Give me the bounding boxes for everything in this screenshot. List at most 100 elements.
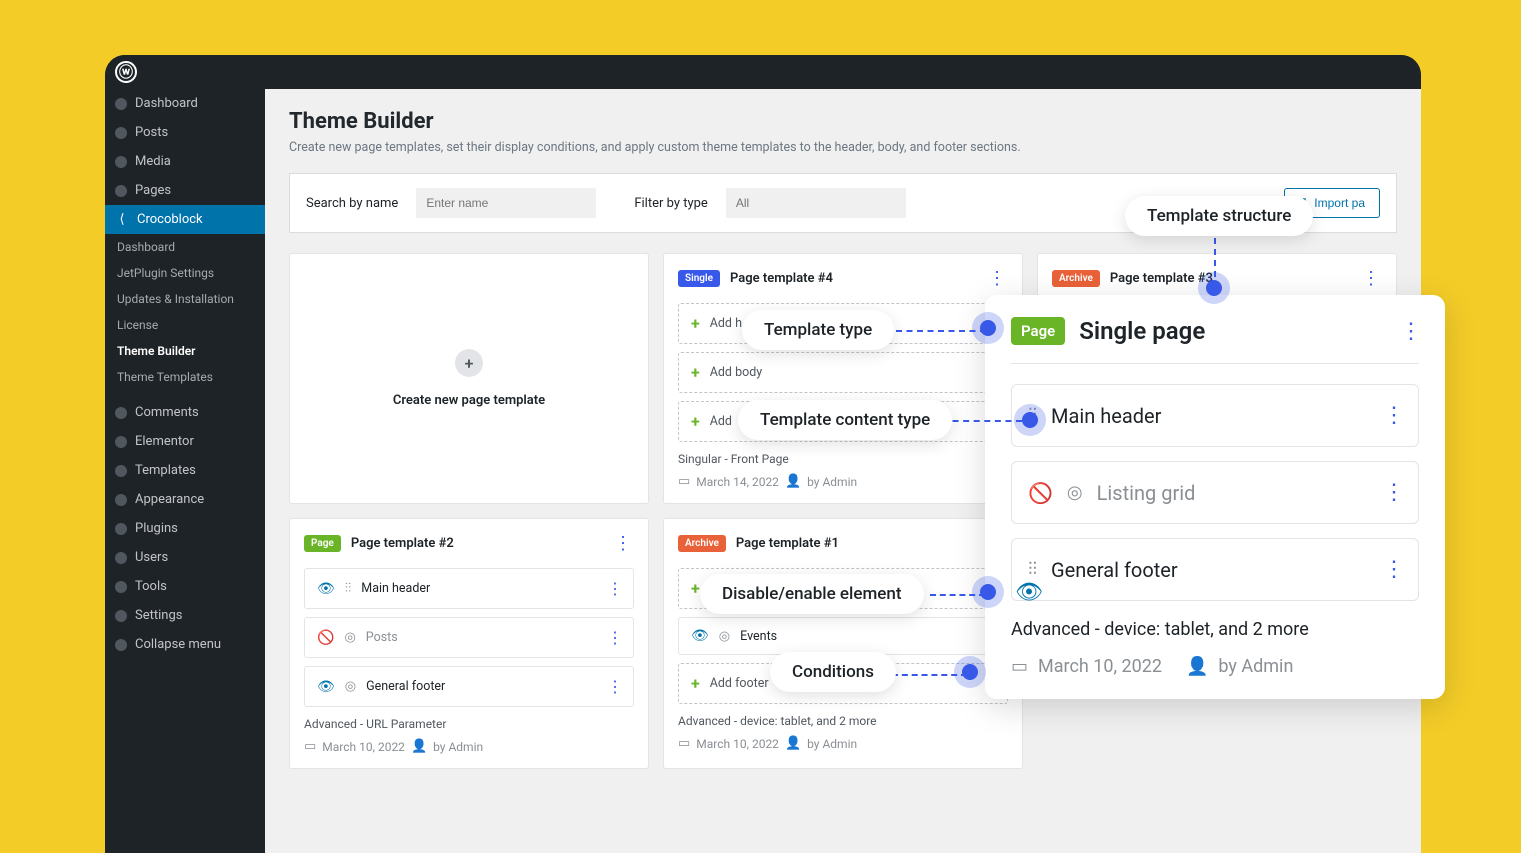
sidebar-item-plugins[interactable]: Plugins <box>105 514 265 543</box>
badge-page: Page <box>1011 317 1065 345</box>
wordpress-logo-icon[interactable]: ⓦ <box>115 61 137 83</box>
card-title: Page template #2 <box>351 536 454 551</box>
element-row-posts[interactable]: 🚫◎Posts⋮ <box>304 617 634 658</box>
submenu-jetplugin[interactable]: JetPlugin Settings <box>105 260 265 286</box>
template-card-4: Single Page template #4 ⋮ +Add h +Add bo… <box>663 253 1023 504</box>
admin-sidebar: Dashboard Posts Media Pages ⟨Crocoblock … <box>105 89 265 853</box>
overlay-menu-icon[interactable]: ⋮ <box>1400 319 1419 344</box>
element-row-events[interactable]: 👁◎Events <box>678 617 1008 655</box>
overlay-conditions: Advanced - device: tablet, and 2 more <box>1011 619 1419 640</box>
row-menu-icon[interactable]: ⋮ <box>607 628 621 647</box>
user-icon: 👤 <box>785 474 801 489</box>
gutenberg-icon: ◎ <box>344 630 355 645</box>
card-title: Page template #1 <box>736 536 839 551</box>
sidebar-item-templates[interactable]: Templates <box>105 456 265 485</box>
row-menu-icon[interactable]: ⋮ <box>607 579 621 598</box>
calendar-icon: ▭ <box>678 736 690 751</box>
card-author: by Admin <box>807 475 857 489</box>
badge-single: Single <box>678 270 720 287</box>
elementor-icon: ⫶⫶ <box>345 581 352 596</box>
callout-content-type: Template content type <box>738 400 952 440</box>
wp-topbar: ⓦ <box>105 55 1421 89</box>
row-menu-icon[interactable]: ⋮ <box>607 677 621 696</box>
user-icon: 👤 <box>411 739 427 754</box>
search-label: Search by name <box>306 196 398 211</box>
sidebar-item-media[interactable]: Media <box>105 147 265 176</box>
sidebar-item-settings[interactable]: Settings <box>105 601 265 630</box>
annotation-dot <box>980 584 996 600</box>
sidebar-collapse[interactable]: Collapse menu <box>105 630 265 659</box>
overlay-author: by Admin <box>1218 656 1293 677</box>
page-title: Theme Builder <box>289 109 1397 134</box>
gutenberg-icon: ◎ <box>719 629 730 644</box>
sidebar-item-tools[interactable]: Tools <box>105 572 265 601</box>
card-menu-icon[interactable]: ⋮ <box>1358 268 1382 289</box>
plus-icon: + <box>691 412 700 431</box>
annotation-dot <box>1206 280 1222 296</box>
filter-type-label: Filter by type <box>634 196 708 211</box>
callout-type: Template type <box>742 310 894 350</box>
card-conditions: Advanced - URL Parameter <box>304 717 634 731</box>
card-title: Page template #4 <box>730 271 833 286</box>
overlay-row-footer[interactable]: ⫶⫶ General footer ⋮ <box>1011 538 1419 601</box>
calendar-icon: ▭ <box>678 474 690 489</box>
callout-conditions: Conditions <box>770 652 896 692</box>
sidebar-item-appearance[interactable]: Appearance <box>105 485 265 514</box>
badge-page: Page <box>304 535 341 552</box>
overlay-title: Single page <box>1079 317 1205 345</box>
annotation-dot <box>1022 412 1038 428</box>
user-icon: 👤 <box>785 736 801 751</box>
card-author: by Admin <box>433 740 483 754</box>
submenu-theme-templates[interactable]: Theme Templates <box>105 364 265 390</box>
submenu-license[interactable]: License <box>105 312 265 338</box>
eye-icon: 👁 <box>317 679 335 695</box>
row-menu-icon[interactable]: ⋮ <box>1383 403 1402 428</box>
card-menu-icon[interactable]: ⋮ <box>610 533 634 554</box>
row-menu-icon[interactable]: ⋮ <box>1383 557 1402 582</box>
badge-archive: Archive <box>678 535 726 552</box>
submenu-updates[interactable]: Updates & Installation <box>105 286 265 312</box>
create-template-card[interactable]: + Create new page template <box>289 253 649 504</box>
sidebar-item-crocoblock[interactable]: ⟨Crocoblock <box>105 205 265 234</box>
calendar-icon: ▭ <box>304 739 316 754</box>
sidebar-item-elementor[interactable]: Elementor <box>105 427 265 456</box>
eye-icon: 👁 <box>691 628 709 644</box>
card-date: March 14, 2022 <box>696 475 779 489</box>
create-label: Create new page template <box>393 393 545 408</box>
sidebar-item-users[interactable]: Users <box>105 543 265 572</box>
sidebar-item-dashboard[interactable]: Dashboard <box>105 89 265 118</box>
callout-structure: Template structure <box>1125 196 1313 236</box>
card-date: March 10, 2022 <box>696 737 779 751</box>
card-date: March 10, 2022 <box>322 740 405 754</box>
eye-off-icon: 🚫 <box>1028 481 1053 505</box>
add-body-slot[interactable]: +Add body <box>678 352 1008 393</box>
card-author: by Admin <box>807 737 857 751</box>
plus-icon: + <box>691 314 700 333</box>
overlay-row-header[interactable]: ⫶⫶ Main header ⋮ <box>1011 384 1419 447</box>
sidebar-item-comments[interactable]: Comments <box>105 398 265 427</box>
sidebar-item-pages[interactable]: Pages <box>105 176 265 205</box>
sidebar-item-posts[interactable]: Posts <box>105 118 265 147</box>
gutenberg-icon: ◎ <box>345 679 356 694</box>
search-input[interactable] <box>416 188 596 218</box>
overlay-row-listing[interactable]: 🚫 ◎ Listing grid ⋮ <box>1011 461 1419 524</box>
filter-type-select[interactable] <box>726 188 906 218</box>
crocoblock-icon: ⟨ <box>115 213 129 227</box>
submenu-dashboard[interactable]: Dashboard <box>105 234 265 260</box>
template-card-2: Page Page template #2 ⋮ 👁⫶⫶Main header⋮ … <box>289 518 649 769</box>
plus-icon: + <box>691 363 700 382</box>
plus-icon: + <box>455 349 483 377</box>
submenu-theme-builder[interactable]: Theme Builder <box>105 338 265 364</box>
overlay-date: March 10, 2022 <box>1038 656 1162 677</box>
card-conditions: Advanced - device: tablet, and 2 more <box>678 714 1008 728</box>
row-menu-icon[interactable]: ⋮ <box>1383 480 1402 505</box>
eye-icon: 👁 <box>317 581 335 597</box>
annotation-dot <box>962 664 978 680</box>
eye-icon: 👁 <box>1015 580 1043 605</box>
annotation-dot <box>980 320 996 336</box>
template-card-1: Archive Page template #1 ⋮ + 👁◎Events +A… <box>663 518 1023 769</box>
card-menu-icon[interactable]: ⋮ <box>984 268 1008 289</box>
gutenberg-icon: ◎ <box>1067 482 1083 503</box>
element-row-footer[interactable]: 👁◎General footer⋮ <box>304 666 634 707</box>
element-row-header[interactable]: 👁⫶⫶Main header⋮ <box>304 568 634 609</box>
